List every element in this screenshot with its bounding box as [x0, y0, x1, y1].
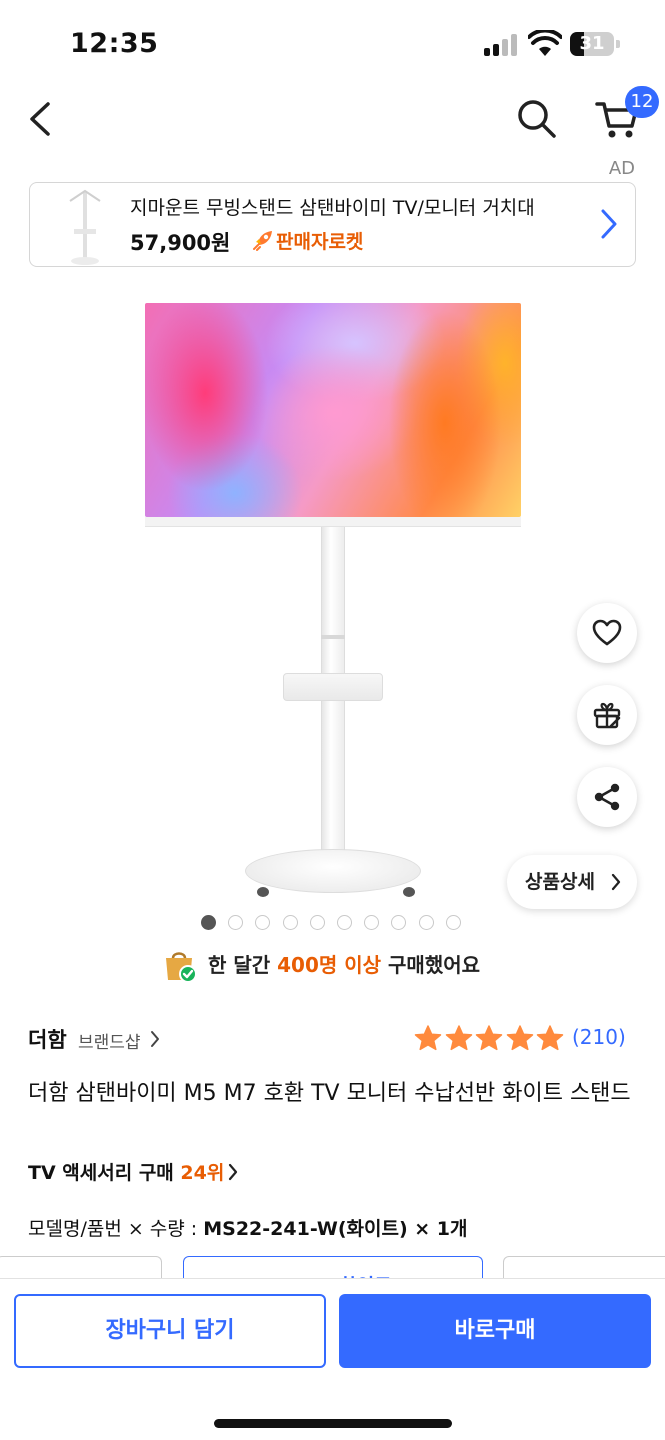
seller-rocket-badge: 판매자로켓: [252, 227, 363, 254]
pagination-dot[interactable]: [364, 915, 380, 930]
share-icon: [594, 783, 620, 811]
pagination-dot[interactable]: [445, 915, 461, 930]
selected-option-summary: 모델명/품번 × 수량 : MS22-241-W(화이트) × 1개: [28, 1218, 468, 1240]
star-icon: [445, 1025, 472, 1051]
cart-count-badge: 12: [625, 86, 659, 118]
search-icon[interactable]: [514, 96, 558, 140]
ad-title: 지마운트 무빙스탠드 삼탠바이미 TV/모니터 거치대: [130, 197, 535, 219]
shopping-bag-icon: [166, 952, 197, 983]
pagination-dot[interactable]: [282, 915, 298, 930]
selected-option-value: MS22-241-W(화이트) × 1개: [203, 1218, 468, 1240]
star-icon: [414, 1025, 442, 1051]
star-icon: [536, 1025, 564, 1051]
rocket-icon: [253, 231, 272, 251]
product-title: 더함 삼탠바이미 M5 M7 호환 TV 모니터 수납선반 화이트 스탠드: [28, 1081, 631, 1106]
chevron-right-icon: [611, 873, 621, 891]
star-icon: [475, 1025, 503, 1051]
star-icon: [506, 1025, 533, 1051]
home-indicator[interactable]: [214, 1419, 452, 1428]
share-button[interactable]: [577, 767, 637, 827]
chevron-right-icon: [151, 1031, 159, 1047]
product-detail-label: 상품상세: [525, 871, 595, 893]
tv-screen-graphic: [145, 303, 521, 517]
ad-product-thumbnail: [69, 189, 101, 265]
stand-shelf: [283, 673, 383, 701]
chevron-left-icon[interactable]: [22, 98, 62, 140]
gift-button[interactable]: [577, 685, 637, 745]
chevron-right-icon: [229, 1163, 238, 1181]
nav-header: [0, 80, 665, 160]
purchase-count: 400명 이상: [277, 953, 382, 977]
chevron-right-icon[interactable]: [599, 207, 619, 241]
stand-base: [245, 849, 421, 893]
ad-price: 57,900원: [130, 231, 231, 255]
stand-wheel: [403, 887, 415, 897]
pagination-dot[interactable]: [201, 915, 216, 930]
cellular-signal-icon: [484, 34, 520, 56]
status-time: 12:35: [70, 28, 159, 59]
pagination-dot[interactable]: [391, 915, 407, 930]
ad-banner[interactable]: 지마운트 무빙스탠드 삼탠바이미 TV/모니터 거치대 57,900원 판매자로…: [29, 182, 636, 267]
battery-icon: 31: [570, 32, 620, 56]
seller-rocket-label: 판매자로켓: [276, 231, 364, 253]
ad-label: AD: [608, 158, 635, 179]
product-detail-button[interactable]: 상품상세: [507, 855, 637, 909]
category-rank-link[interactable]: TV 액세서리 구매 24위: [28, 1158, 238, 1185]
bottom-action-bar: 장바구니 담기 바로구매: [0, 1278, 665, 1440]
gift-icon: [593, 702, 621, 729]
add-to-cart-button[interactable]: 장바구니 담기: [14, 1294, 326, 1368]
status-bar: 12:35 31: [0, 0, 665, 80]
heart-icon: [592, 619, 622, 646]
buy-now-button[interactable]: 바로구매: [339, 1294, 651, 1368]
review-count[interactable]: (210): [572, 1025, 626, 1049]
brand-name[interactable]: 더함: [28, 1024, 67, 1054]
pagination-dot[interactable]: [255, 915, 271, 930]
tv-bezel: [145, 517, 521, 527]
battery-level: 31: [579, 33, 605, 54]
purchase-count-banner: 한 달간 400명 이상 구매했어요: [160, 946, 480, 984]
pagination-dot[interactable]: [309, 915, 325, 930]
wishlist-button[interactable]: [577, 603, 637, 663]
pagination-dot[interactable]: [418, 915, 434, 930]
brand-shop-link[interactable]: 브랜드샵: [78, 1028, 141, 1053]
product-image[interactable]: [145, 303, 521, 903]
pagination-dot[interactable]: [337, 915, 352, 930]
rank-number: 24위: [180, 1162, 225, 1184]
pagination-dot[interactable]: [228, 915, 244, 930]
wifi-icon: [528, 30, 562, 56]
stand-wheel: [257, 887, 269, 897]
